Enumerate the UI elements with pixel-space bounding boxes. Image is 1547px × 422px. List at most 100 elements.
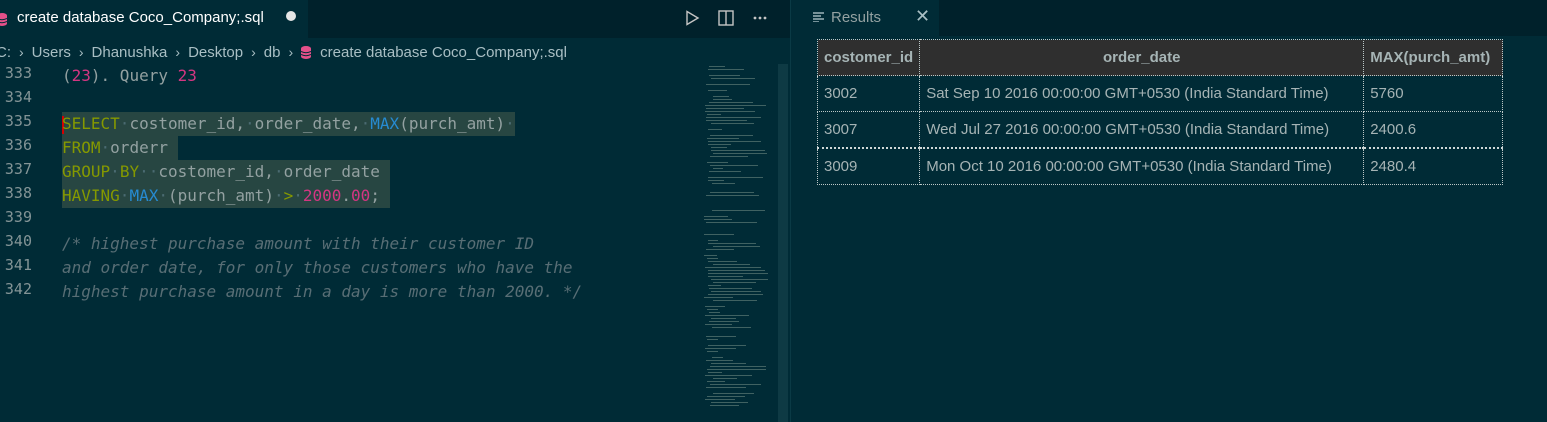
line-number: 340 [4,232,32,250]
code-line-selected[interactable]: HAVING·MAX·(purch_amt)·>·2000.00; [62,184,390,208]
column-header[interactable]: MAX(purch_amt) [1363,39,1504,76]
chevron-right-icon: › [251,44,256,60]
minimap-line [706,360,733,361]
line-number: 339 [4,208,32,226]
code-line-comment[interactable]: highest purchase amount in a day is more… [62,280,582,304]
minimap-line [707,309,718,310]
table-cell[interactable]: 2480.4 [1363,147,1504,185]
results-tab-title: Results [831,9,882,26]
table-cell[interactable]: Mon Oct 10 2016 00:00:00 GMT+0530 (India… [919,147,1365,185]
minimap-line [713,282,756,283]
code-line-selected[interactable]: SELECT·costomer_id,·order_date,·MAX(purc… [62,112,515,136]
minimap-line [708,180,724,181]
table-row[interactable]: 3007 Wed Jul 27 2016 00:00:00 GMT+0530 (… [816,111,1504,149]
breadcrumb-item-desktop[interactable]: Desktop [188,44,243,61]
code-token: BY [119,162,140,181]
minimap-line [713,393,754,394]
line-number: 342 [4,280,32,298]
table-cell[interactable]: Sat Sep 10 2016 00:00:00 GMT+0530 (India… [919,75,1365,112]
minimap-line [705,375,752,376]
minimap-line [706,195,759,196]
editor-tab[interactable]: create database Coco_Company;.sql [0,0,308,38]
minimap-line [705,111,755,112]
table-cell[interactable]: 3002 [816,75,921,112]
code-token: order_date [283,162,380,181]
code-token: ; [370,186,380,205]
table-cell[interactable]: 2400.6 [1363,111,1504,149]
code-token: costomer_id, [158,162,274,181]
minimap-line [708,294,763,295]
code-line-selected[interactable]: GROUP·BY··costomer_id,·order_date [62,160,390,184]
table-row[interactable]: 3002 Sat Sep 10 2016 00:00:00 GMT+0530 (… [816,75,1504,112]
table-cell[interactable]: Wed Jul 27 2016 00:00:00 GMT+0530 (India… [919,111,1365,149]
minimap-line [708,90,727,91]
minimap-line [710,156,748,157]
minimap-line [708,345,746,346]
table-cell[interactable]: 3007 [816,111,921,149]
breadcrumb-item-file[interactable]: create database Coco_Company;.sql [320,44,567,61]
close-icon[interactable]: ✕ [915,7,931,25]
minimap-line [705,306,725,307]
breadcrumb-item-users[interactable]: Users [32,44,71,61]
line-number: 336 [4,136,32,154]
minimap-line [707,381,725,382]
minimap-line [707,369,766,370]
minimap-line [704,297,733,298]
minimap-line [706,120,747,121]
code-line-comment[interactable]: /* highest purchase amount with their cu… [62,232,534,256]
vertical-scrollbar[interactable] [776,64,790,422]
minimap-line [708,69,744,70]
minimap[interactable] [700,64,776,422]
minimap-line [712,210,765,211]
column-header[interactable]: costomer_id [816,39,921,76]
code-line-selected[interactable]: FROM·orderr [62,136,178,160]
minimap-line [704,234,734,235]
table-cell[interactable]: 5760 [1363,75,1504,112]
code-token: > [283,186,294,205]
unsaved-dot-icon[interactable] [286,11,296,21]
chevron-right-icon: › [19,44,24,60]
minimap-line [706,249,734,250]
minimap-line [709,102,753,103]
minimap-line [705,348,736,349]
minimap-line [708,177,763,178]
breadcrumb-item-user[interactable]: Dhanushka [92,44,168,61]
minimap-line [707,114,721,115]
list-icon [813,12,824,22]
minimap-line [710,405,739,406]
minimap-line [711,78,755,79]
play-icon[interactable] [680,6,704,30]
minimap-line [706,117,761,118]
code-line[interactable]: (23). Query 23 [62,64,197,88]
minimap-line [710,384,761,385]
table-cell[interactable]: 3009 [816,147,921,185]
breadcrumb-item-drive[interactable]: C: [0,44,11,61]
minimap-line [709,75,740,76]
minimap-line [709,66,725,67]
table-row[interactable]: 3009 Mon Oct 10 2016 00:00:00 GMT+0530 (… [816,147,1504,185]
ellipsis-icon[interactable] [748,6,772,30]
minimap-line [709,288,752,289]
column-header[interactable]: order_date [919,39,1365,76]
line-number: 335 [4,112,32,130]
editor-actions [680,6,772,30]
minimap-line [713,378,737,379]
code-token: 00 [351,186,371,205]
minimap-line [712,357,723,358]
minimap-line [704,255,717,256]
code-line-comment[interactable]: and order date, for only those customers… [62,256,573,280]
minimap-line [707,138,739,139]
minimap-line [708,243,756,244]
minimap-line [706,387,746,388]
minimap-line [713,99,732,100]
minimap-line [710,366,766,367]
database-icon [301,45,312,59]
minimap-line [713,153,767,154]
minimap-line [705,267,761,268]
scrollbar-thumb[interactable] [778,64,788,422]
editor-tab-title: create database Coco_Company;.sql [17,9,264,26]
split-editor-icon[interactable] [714,6,738,30]
results-tab[interactable]: Results ✕ [791,0,939,36]
breadcrumb-item-db[interactable]: db [264,44,281,61]
code-token: FROM [62,138,101,157]
